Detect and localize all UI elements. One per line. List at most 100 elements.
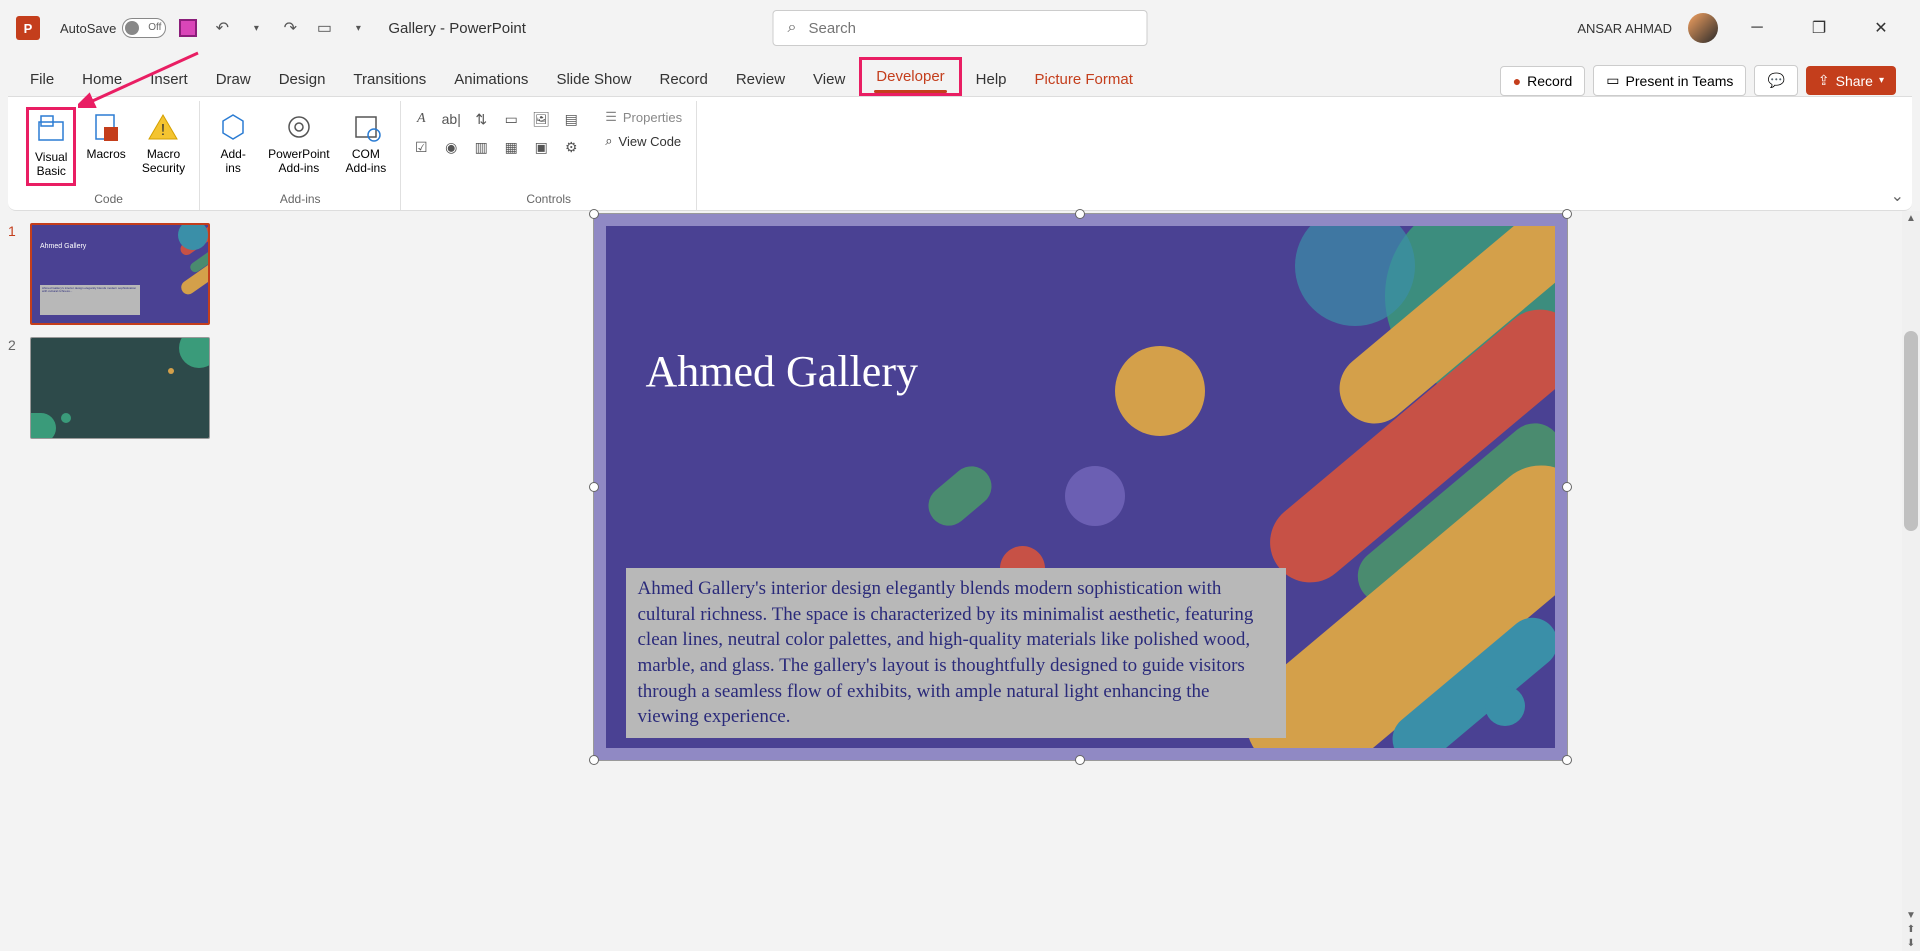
next-slide-icon[interactable]: ⬇: [1902, 938, 1920, 949]
slide-thumbnail-2[interactable]: [30, 337, 210, 439]
thumbnail-item: 1 Ahmed Gallery Ahmed Gallery's interior…: [8, 223, 232, 325]
prev-slide-icon[interactable]: ⬆: [1902, 924, 1920, 935]
group-code: Visual Basic Macros ! Macro Security Cod…: [18, 101, 200, 210]
user-avatar[interactable]: [1688, 13, 1718, 43]
tab-record[interactable]: Record: [645, 63, 721, 96]
properties-icon: ☰: [605, 109, 617, 125]
group-code-label: Code: [94, 188, 123, 210]
view-code-button[interactable]: ⌕View Code: [599, 131, 688, 151]
selection-handle[interactable]: [1075, 209, 1085, 219]
addins-label: Add- ins: [220, 147, 245, 176]
selection-handle[interactable]: [1562, 482, 1572, 492]
tab-slideshow[interactable]: Slide Show: [542, 63, 645, 96]
macros-button[interactable]: Macros: [80, 107, 131, 165]
listbox-control-icon[interactable]: ▥: [469, 135, 493, 159]
selection-handle[interactable]: [589, 482, 599, 492]
addins-button[interactable]: Add- ins: [208, 107, 258, 180]
titlebar: P AutoSave Off ↶ ▾ ↷ ▭ ▾ Gallery - Power…: [0, 0, 1920, 56]
powerpoint-addins-button[interactable]: PowerPoint Add-ins: [262, 107, 335, 180]
vertical-scrollbar[interactable]: ▲ ▼ ⬆ ⬇: [1902, 211, 1920, 951]
document-title: Gallery - PowerPoint: [388, 20, 526, 37]
image-control-icon[interactable]: 🖼: [529, 107, 553, 131]
tab-developer[interactable]: Developer: [859, 57, 961, 96]
tab-animations[interactable]: Animations: [440, 63, 542, 96]
tab-transitions[interactable]: Transitions: [339, 63, 440, 96]
tab-insert[interactable]: Insert: [136, 63, 202, 96]
slide-edit-area[interactable]: Ahmed Gallery Ahmed Gallery's interior d…: [240, 211, 1920, 951]
checkbox-control-icon[interactable]: ☑: [409, 135, 433, 159]
collapse-ribbon-button[interactable]: ⌄: [1891, 186, 1904, 206]
toggle-switch[interactable]: Off: [122, 18, 166, 38]
maximize-button[interactable]: ❐: [1796, 12, 1842, 44]
slideshow-button[interactable]: ▭: [314, 18, 334, 38]
selection-handle[interactable]: [1562, 755, 1572, 765]
svg-text:!: !: [161, 122, 165, 139]
ribbon-tabs: File Home Insert Draw Design Transitions…: [0, 56, 1920, 96]
close-button[interactable]: ✕: [1858, 12, 1904, 44]
autosave-toggle[interactable]: AutoSave Off: [60, 18, 166, 38]
workspace: 1 Ahmed Gallery Ahmed Gallery's interior…: [0, 211, 1920, 951]
textbox-control-icon[interactable]: ab|: [439, 107, 463, 131]
selection-handle[interactable]: [589, 755, 599, 765]
warning-icon: !: [147, 111, 179, 143]
redo-button[interactable]: ↷: [280, 18, 300, 38]
more-controls-icon[interactable]: ⚙: [559, 135, 583, 159]
scroll-thumb[interactable]: [1904, 331, 1918, 531]
powerpoint-app-icon: P: [16, 16, 40, 40]
com-addins-icon: [350, 111, 382, 143]
search-box[interactable]: ⌕: [773, 10, 1148, 46]
comment-icon: 💬: [1767, 72, 1784, 89]
gear-icon: [283, 111, 315, 143]
present-teams-button[interactable]: ▭Present in Teams: [1593, 65, 1746, 96]
spin-control-icon[interactable]: ⇅: [469, 107, 493, 131]
scrollbar-control-icon[interactable]: ▤: [559, 107, 583, 131]
command-button-icon[interactable]: ▭: [499, 107, 523, 131]
tab-design[interactable]: Design: [265, 63, 340, 96]
slide-canvas[interactable]: Ahmed Gallery Ahmed Gallery's interior d…: [593, 213, 1568, 761]
slide-title[interactable]: Ahmed Gallery: [646, 346, 918, 397]
undo-button[interactable]: ↶: [212, 18, 232, 38]
username-label[interactable]: ANSAR AHMAD: [1577, 21, 1672, 36]
thumbnail-number: 1: [8, 223, 22, 325]
ppt-addins-label: PowerPoint Add-ins: [268, 147, 329, 176]
macros-icon: [90, 111, 122, 143]
save-icon: [179, 19, 197, 37]
selection-handle[interactable]: [1562, 209, 1572, 219]
toggle-control-icon[interactable]: ▣: [529, 135, 553, 159]
undo-dropdown[interactable]: ▾: [246, 18, 266, 38]
search-icon: ⌕: [788, 19, 797, 37]
group-addins: Add- ins PowerPoint Add-ins COM Add-ins …: [200, 101, 401, 210]
decor-circle: [1065, 466, 1125, 526]
minimize-button[interactable]: ─: [1734, 12, 1780, 44]
tab-picture-format[interactable]: Picture Format: [1021, 63, 1147, 96]
decor-circle: [1115, 346, 1205, 436]
scroll-up-icon[interactable]: ▲: [1902, 213, 1920, 224]
save-button[interactable]: [178, 18, 198, 38]
properties-button[interactable]: ☰Properties: [599, 107, 688, 127]
comments-button[interactable]: 💬: [1754, 65, 1797, 96]
tab-file[interactable]: File: [16, 63, 68, 96]
com-addins-button[interactable]: COM Add-ins: [340, 107, 393, 180]
scroll-down-icon[interactable]: ▼: [1902, 910, 1920, 921]
share-button[interactable]: ⇪Share▾: [1806, 66, 1896, 95]
macro-security-button[interactable]: ! Macro Security: [136, 107, 191, 180]
tab-review[interactable]: Review: [722, 63, 799, 96]
tab-draw[interactable]: Draw: [202, 63, 265, 96]
qat-customize[interactable]: ▾: [348, 18, 368, 38]
tab-view[interactable]: View: [799, 63, 859, 96]
selection-handle[interactable]: [1075, 755, 1085, 765]
search-input[interactable]: [808, 20, 1132, 37]
option-control-icon[interactable]: ◉: [439, 135, 463, 159]
visual-basic-button[interactable]: Visual Basic: [26, 107, 76, 186]
quick-access-toolbar: ↶ ▾ ↷ ▭ ▾: [178, 18, 368, 38]
slide-body-text-box[interactable]: Ahmed Gallery's interior design elegantl…: [626, 568, 1286, 738]
record-button[interactable]: ●Record: [1500, 66, 1586, 96]
combobox-control-icon[interactable]: ▦: [499, 135, 523, 159]
teams-icon: ▭: [1606, 72, 1619, 89]
slide-thumbnail-1[interactable]: Ahmed Gallery Ahmed Gallery's interior d…: [30, 223, 210, 325]
com-addins-label: COM Add-ins: [346, 147, 387, 176]
tab-home[interactable]: Home: [68, 63, 136, 96]
label-control-icon[interactable]: A: [409, 107, 433, 131]
selection-handle[interactable]: [589, 209, 599, 219]
tab-help[interactable]: Help: [962, 63, 1021, 96]
